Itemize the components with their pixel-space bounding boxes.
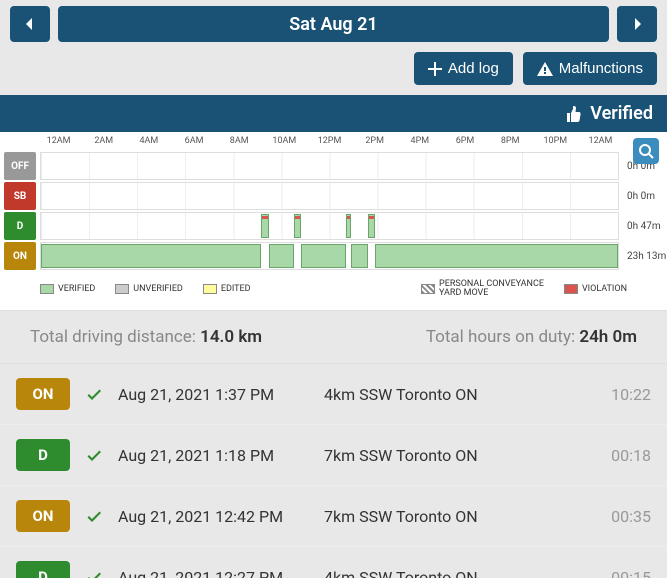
time-tick: 6PM <box>442 136 487 146</box>
legend-verified: VERIFIED <box>40 284 95 294</box>
status-track[interactable] <box>40 152 619 180</box>
status-duration: 23h 13m <box>623 242 667 270</box>
status-label: ON <box>4 242 36 270</box>
time-tick: 4PM <box>397 136 442 146</box>
chevron-right-icon <box>629 16 645 32</box>
time-tick: 2AM <box>81 136 126 146</box>
status-track[interactable] <box>40 182 619 210</box>
status-track[interactable] <box>40 242 619 270</box>
summary-row: Total driving distance: 14.0 km Total ho… <box>0 310 667 363</box>
status-badge: ON <box>16 500 70 532</box>
next-day-button[interactable] <box>617 6 657 42</box>
status-label: D <box>4 212 36 240</box>
magnifier-icon <box>638 143 654 159</box>
status-label: OFF <box>4 152 36 180</box>
event-time: Aug 21, 2021 1:37 PM <box>118 385 308 404</box>
malfunctions-label: Malfunctions <box>559 60 643 77</box>
legend-unverified: UNVERIFIED <box>115 284 183 294</box>
distance-value: 14.0 km <box>200 327 262 347</box>
event-location: 7km SSW Toronto ON <box>324 507 585 526</box>
duty-segment <box>294 214 301 238</box>
event-duration: 10:22 <box>601 385 651 404</box>
duty-segment <box>41 244 261 268</box>
distance-label: Total driving distance: <box>30 327 200 347</box>
plus-icon <box>428 62 442 76</box>
status-row-d: D 0h 47m <box>0 212 667 240</box>
event-row[interactable]: ON Aug 21, 2021 12:42 PM 7km SSW Toronto O… <box>0 486 667 547</box>
legend-violation: VIOLATION <box>564 284 627 294</box>
legend-edited: EDITED <box>203 284 251 294</box>
time-tick: 8AM <box>217 136 262 146</box>
time-tick: 10PM <box>533 136 578 146</box>
status-badge: D <box>16 561 70 578</box>
chevron-left-icon <box>22 16 38 32</box>
thumbs-up-icon <box>566 105 584 123</box>
time-tick: 8PM <box>488 136 533 146</box>
event-time: Aug 21, 2021 12:27 PM <box>118 568 308 578</box>
duty-segment <box>346 214 352 238</box>
time-tick: 2PM <box>352 136 397 146</box>
legend-pcym: PERSONAL CONVEYANCE YARD MOVE <box>421 280 544 298</box>
event-time: Aug 21, 2021 1:18 PM <box>118 446 308 465</box>
time-tick: 4AM <box>126 136 171 146</box>
status-duration: 0h 0m <box>623 182 667 210</box>
event-row[interactable]: D Aug 21, 2021 12:27 PM 4km SSW Toronto ON… <box>0 547 667 578</box>
event-row[interactable]: D Aug 21, 2021 1:18 PM 7km SSW Toronto ON 0… <box>0 425 667 486</box>
add-log-button[interactable]: Add log <box>414 52 513 85</box>
event-duration: 00:15 <box>601 568 651 578</box>
check-icon <box>86 569 102 578</box>
event-location: 4km SSW Toronto ON <box>324 568 585 578</box>
prev-day-button[interactable] <box>10 6 50 42</box>
status-row-off: OFF0h 0m <box>0 152 667 180</box>
date-display[interactable]: Sat Aug 21 <box>58 6 609 42</box>
status-badge: D <box>16 439 70 471</box>
status-label: SB <box>4 182 36 210</box>
verified-label: Verified <box>590 103 653 124</box>
verified-strip: Verified <box>0 95 667 132</box>
status-row-on: ON 23h 13m <box>0 242 667 270</box>
add-log-label: Add log <box>448 60 499 77</box>
event-duration: 00:18 <box>601 446 651 465</box>
duty-segment <box>301 244 346 268</box>
duty-segment <box>261 214 269 238</box>
check-icon <box>86 447 102 463</box>
warning-icon <box>537 62 553 76</box>
hos-chart: 12AM2AM4AM6AM8AM10AM12PM2PM4PM6PM8PM10PM… <box>0 132 667 310</box>
events-list: ON Aug 21, 2021 1:37 PM 4km SSW Toronto ON… <box>0 363 667 578</box>
event-duration: 00:35 <box>601 507 651 526</box>
zoom-button[interactable] <box>633 138 659 164</box>
event-row[interactable]: ON Aug 21, 2021 1:37 PM 4km SSW Toronto ON… <box>0 364 667 425</box>
status-row-sb: SB 0h 0m <box>0 182 667 210</box>
malfunctions-button[interactable]: Malfunctions <box>523 52 657 85</box>
time-tick: 12AM <box>578 136 623 146</box>
time-axis: 12AM2AM4AM6AM8AM10AM12PM2PM4PM6PM8PM10PM… <box>0 136 667 146</box>
status-duration: 0h 47m <box>623 212 667 240</box>
duty-segment <box>375 244 618 268</box>
event-location: 7km SSW Toronto ON <box>324 446 585 465</box>
time-tick: 10AM <box>262 136 307 146</box>
chart-legend: VERIFIED UNVERIFIED EDITED PERSONAL CONV… <box>0 272 667 302</box>
time-tick: 12PM <box>307 136 352 146</box>
hours-label: Total hours on duty: <box>426 327 580 347</box>
duty-segment <box>351 244 368 268</box>
status-badge: ON <box>16 378 70 410</box>
time-tick: 12AM <box>36 136 81 146</box>
duty-segment <box>368 214 375 238</box>
status-track[interactable] <box>40 212 619 240</box>
duty-segment <box>269 244 293 268</box>
time-tick: 6AM <box>171 136 216 146</box>
event-time: Aug 21, 2021 12:42 PM <box>118 507 308 526</box>
check-icon <box>86 508 102 524</box>
check-icon <box>86 386 102 402</box>
event-location: 4km SSW Toronto ON <box>324 385 585 404</box>
hours-value: 24h 0m <box>579 327 637 347</box>
